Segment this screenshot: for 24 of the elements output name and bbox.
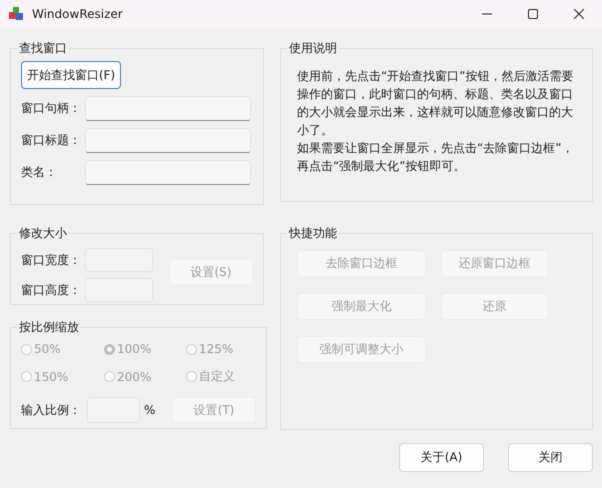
window-title: WindowResizer	[32, 7, 123, 21]
start-find-button[interactable]: 开始查找窗口(F)	[21, 61, 121, 89]
field-label: 输入比例：	[21, 402, 82, 418]
field-label: 窗口句柄：	[21, 100, 82, 117]
group-title: 查找窗口	[18, 40, 68, 57]
unit-label: %	[143, 403, 156, 417]
help-text: 使用前，先点击“开始查找窗口”按钮，然后激活需要操作的窗口，此时窗口的句柄、标题、类名以及窗口的大小就会显示出来，这样就可以随意修改窗口的大小了。	[297, 68, 574, 139]
group-title: 修改大小	[18, 225, 68, 242]
help-text: 如果需要让窗口全屏显示，先点击“去除窗口边框”，再点击“强制最大化”按钮即可。	[297, 140, 574, 175]
field-label: 窗口宽度：	[21, 252, 82, 268]
group-title: 使用说明	[288, 40, 338, 57]
group-title: 快捷功能	[288, 225, 338, 242]
text-field[interactable]	[85, 160, 251, 185]
app-icon	[8, 6, 24, 22]
text-field[interactable]	[85, 96, 251, 121]
close-icon[interactable]	[574, 9, 584, 19]
group-title: 按比例缩放	[18, 319, 80, 336]
field-label: 窗口标题：	[21, 132, 82, 149]
maximize-icon[interactable]	[528, 9, 538, 19]
dialog-button[interactable]: 关闭	[508, 443, 593, 472]
field-label: 类名：	[21, 164, 58, 181]
field-label: 窗口高度：	[21, 282, 82, 298]
text-field[interactable]	[85, 128, 251, 153]
dialog-button[interactable]: 关于(A)	[399, 443, 484, 472]
